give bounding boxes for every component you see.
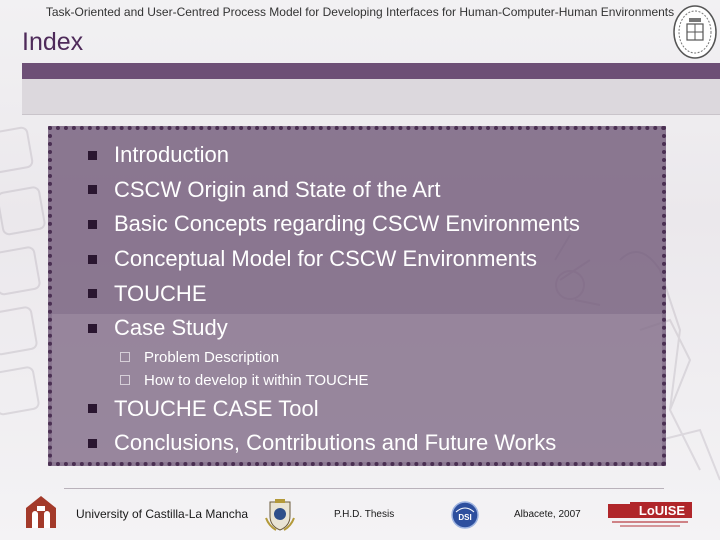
dsi-logo-icon: DSI bbox=[451, 501, 479, 529]
agenda-item-label: TOUCHE CASE Tool bbox=[114, 395, 319, 421]
crest-logo-icon bbox=[265, 499, 295, 531]
sub-list-item: How to develop it within TOUCHE bbox=[84, 369, 664, 392]
footer-university: University of Castilla-La Mancha bbox=[76, 507, 249, 521]
uclm-logo-icon bbox=[26, 496, 56, 528]
square-bullet-icon bbox=[88, 289, 97, 299]
university-seal-icon bbox=[673, 5, 717, 59]
footer-thesis: P.H.D. Thesis bbox=[334, 509, 395, 520]
square-bullet-icon bbox=[88, 150, 97, 160]
louise-logo-icon: LoUISE bbox=[608, 502, 692, 527]
hollow-square-bullet-icon bbox=[120, 352, 130, 363]
dsi-logo-text: DSI bbox=[458, 513, 471, 522]
agenda-item-label: Case Study bbox=[114, 315, 228, 341]
agenda-item-label: Conclusions, Contributions and Future Wo… bbox=[114, 430, 557, 456]
louise-logo-text: LoUISE bbox=[639, 503, 686, 518]
agenda-item-label: CSCW Origin and State of the Art bbox=[114, 176, 441, 202]
agenda-item-label: Basic Concepts regarding CSCW Environmen… bbox=[114, 211, 580, 237]
square-bullet-icon bbox=[88, 404, 97, 414]
list-item: Conclusions, Contributions and Future Wo… bbox=[84, 426, 664, 461]
hollow-square-bullet-icon bbox=[120, 375, 130, 386]
agenda-item-label: Conceptual Model for CSCW Environments bbox=[114, 246, 538, 272]
agenda-item-label: TOUCHE bbox=[114, 280, 207, 306]
sub-list-item: Problem Description bbox=[84, 346, 664, 369]
square-bullet-icon bbox=[88, 254, 97, 264]
list-item: Conceptual Model for CSCW Environments bbox=[84, 242, 664, 277]
sub-item-label: How to develop it within TOUCHE bbox=[144, 371, 369, 389]
footer-place-date: Albacete, 2007 bbox=[514, 509, 581, 520]
agenda-item-label: Introduction bbox=[114, 142, 229, 168]
title-band-dark bbox=[22, 63, 720, 79]
presentation-header: Task-Oriented and User-Centred Process M… bbox=[45, 5, 675, 19]
sub-item-label: Problem Description bbox=[144, 348, 280, 366]
list-item: TOUCHE CASE Tool bbox=[84, 392, 664, 427]
title-band-light bbox=[22, 79, 720, 115]
agenda-list: Introduction CSCW Origin and State of th… bbox=[84, 138, 664, 461]
square-bullet-icon bbox=[88, 323, 97, 333]
square-bullet-icon bbox=[88, 438, 97, 448]
square-bullet-icon bbox=[88, 219, 97, 229]
list-item: Basic Concepts regarding CSCW Environmen… bbox=[84, 207, 664, 242]
list-item: Case Study bbox=[84, 311, 664, 346]
footer-divider bbox=[64, 488, 664, 489]
square-bullet-icon bbox=[88, 185, 97, 195]
list-item: Introduction bbox=[84, 138, 664, 173]
list-item: TOUCHE bbox=[84, 276, 664, 311]
page-title: Index bbox=[22, 28, 84, 56]
list-item: CSCW Origin and State of the Art bbox=[84, 173, 664, 208]
